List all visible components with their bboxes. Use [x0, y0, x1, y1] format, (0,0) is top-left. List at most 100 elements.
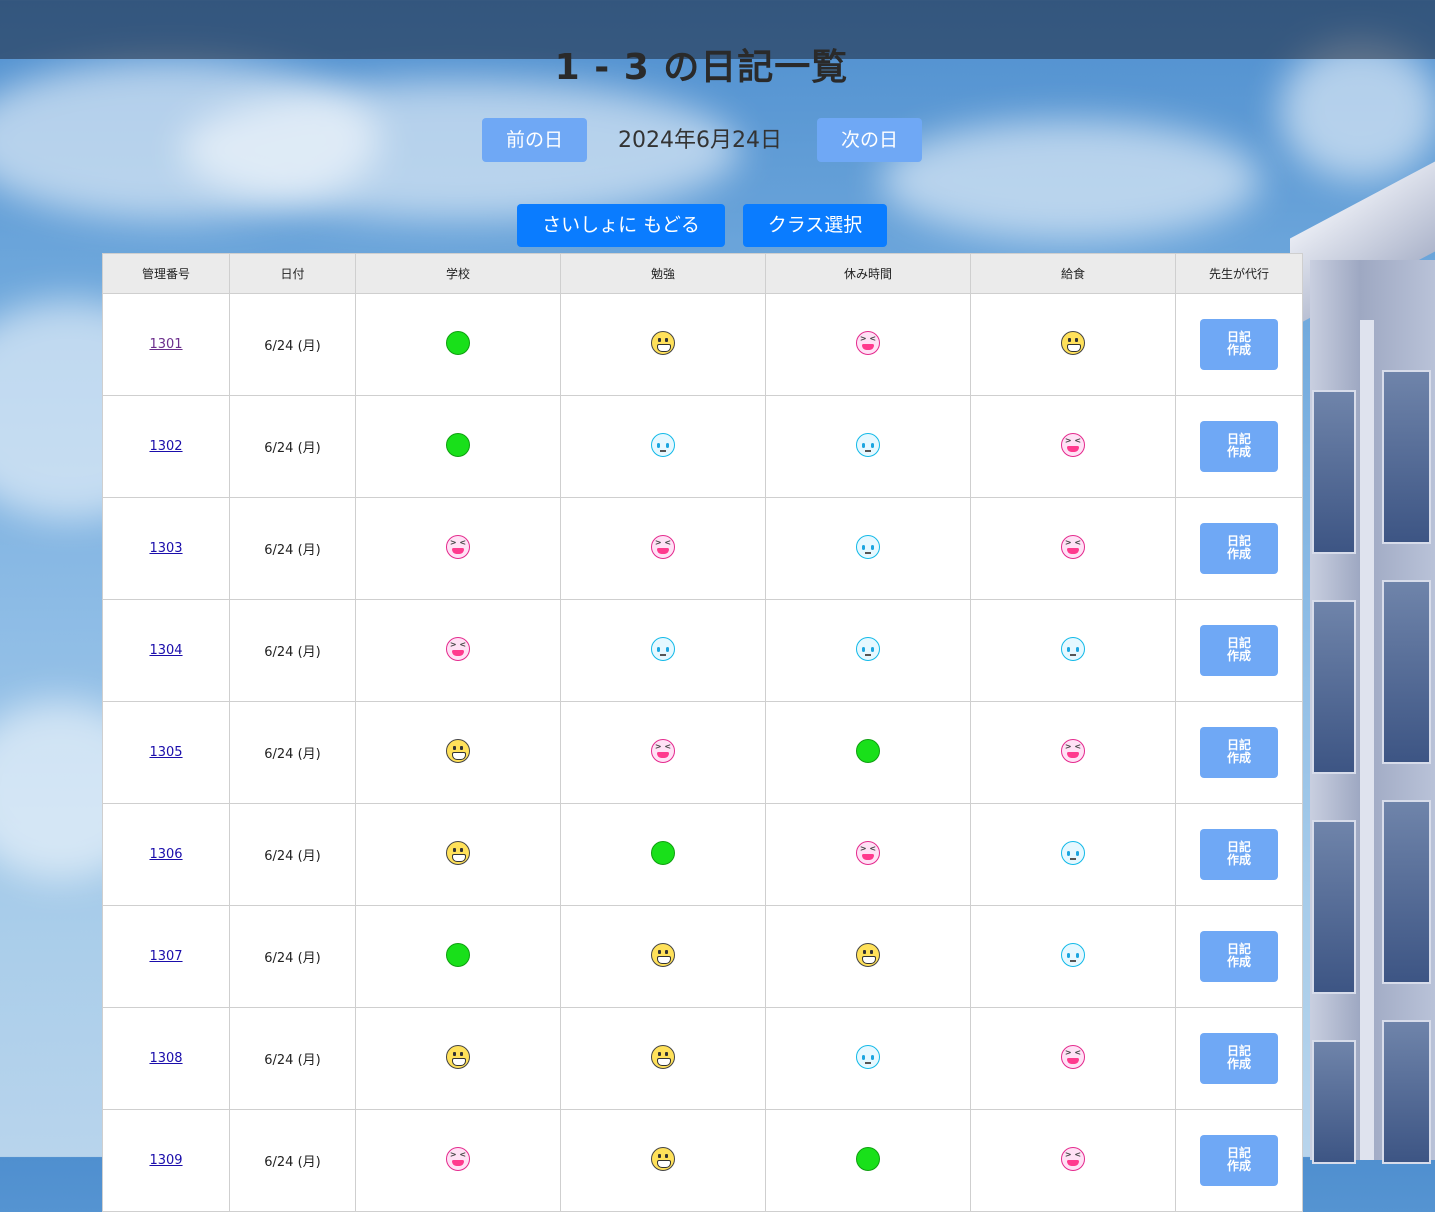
- student-id-link[interactable]: 1305: [149, 745, 182, 760]
- school-mood-cell: [355, 803, 561, 906]
- table-row: 1308 6/24 (月) 日記作成: [102, 1007, 1303, 1110]
- create-diary-label-line1: 日記: [1226, 432, 1251, 446]
- laughing-face-icon: [651, 534, 675, 559]
- date-cell: 6/24 (月): [229, 905, 356, 1008]
- id-cell: 1301: [102, 293, 230, 396]
- lunch-mood-cell: [970, 701, 1176, 804]
- table-row: 1305 6/24 (月) 日記作成: [102, 701, 1303, 804]
- create-diary-button[interactable]: 日記 作成: [1200, 319, 1278, 370]
- school-mood-cell: [355, 293, 561, 396]
- id-cell: 1303: [102, 497, 230, 600]
- laughing-face-icon: [446, 636, 470, 661]
- date-cell: 6/24 (月): [229, 293, 356, 396]
- create-diary-label-line2: 作成: [1226, 1159, 1251, 1173]
- green-circle-icon: [446, 330, 470, 355]
- laughing-face-icon: [856, 330, 880, 355]
- laughing-face-icon: [1061, 432, 1085, 457]
- create-diary-button[interactable]: 日記 作成: [1200, 523, 1278, 574]
- lunch-mood-cell: [970, 395, 1176, 498]
- grinning-face-icon: [856, 942, 880, 967]
- study-mood-cell: [560, 395, 766, 498]
- proxy-cell: 日記 作成: [1175, 293, 1303, 396]
- proxy-cell: 日記 作成: [1175, 599, 1303, 702]
- grinning-face-icon: [651, 1044, 675, 1069]
- student-id-link[interactable]: 1306: [149, 847, 182, 862]
- laughing-face-icon: [1061, 738, 1085, 763]
- recess-mood-cell: [765, 497, 971, 600]
- create-diary-label-line1: 日記: [1226, 738, 1251, 752]
- date-cell: 6/24 (月): [229, 701, 356, 804]
- green-circle-icon: [856, 1146, 880, 1171]
- header-study: 勉強: [560, 253, 766, 294]
- student-id-link[interactable]: 1303: [149, 541, 182, 556]
- proxy-cell: 日記 作成: [1175, 395, 1303, 498]
- header-school: 学校: [355, 253, 561, 294]
- student-id-link[interactable]: 1302: [149, 439, 182, 454]
- lunch-mood-cell: [970, 599, 1176, 702]
- header-recess: 休み時間: [765, 253, 971, 294]
- school-mood-cell: [355, 1109, 561, 1212]
- lunch-mood-cell: [970, 905, 1176, 1008]
- school-mood-cell: [355, 497, 561, 600]
- create-diary-label-line1: 日記: [1226, 534, 1251, 548]
- study-mood-cell: [560, 497, 766, 600]
- date-cell: 6/24 (月): [229, 395, 356, 498]
- diary-table: 管理番号 日付 学校 勉強 休み時間 給食 先生が代行 1301 6/24 (月)…: [102, 253, 1303, 1212]
- id-cell: 1307: [102, 905, 230, 1008]
- create-diary-button[interactable]: 日記 作成: [1200, 421, 1278, 472]
- create-diary-button[interactable]: 日記 作成: [1200, 931, 1278, 982]
- grinning-face-icon: [1061, 330, 1085, 355]
- recess-mood-cell: [765, 905, 971, 1008]
- create-diary-label-line2: 作成: [1226, 955, 1251, 969]
- proxy-cell: 日記 作成: [1175, 803, 1303, 906]
- lunch-mood-cell: [970, 293, 1176, 396]
- study-mood-cell: [560, 599, 766, 702]
- create-diary-label-line2: 作成: [1226, 547, 1251, 561]
- grinning-face-icon: [651, 1146, 675, 1171]
- back-to-start-button[interactable]: さいしょに もどる: [517, 204, 725, 247]
- crying-face-icon: [1061, 636, 1085, 661]
- student-id-link[interactable]: 1308: [149, 1051, 182, 1066]
- crying-face-icon: [856, 432, 880, 457]
- table-row: 1302 6/24 (月) 日記作成: [102, 395, 1303, 498]
- date-cell: 6/24 (月): [229, 803, 356, 906]
- school-mood-cell: [355, 905, 561, 1008]
- create-diary-button[interactable]: 日記 作成: [1200, 829, 1278, 880]
- id-cell: 1308: [102, 1007, 230, 1110]
- create-diary-label-line2: 作成: [1226, 649, 1251, 663]
- crying-face-icon: [856, 1044, 880, 1069]
- grinning-face-icon: [446, 840, 470, 865]
- student-id-link[interactable]: 1307: [149, 949, 182, 964]
- lunch-mood-cell: [970, 803, 1176, 906]
- date-cell: 6/24 (月): [229, 1007, 356, 1110]
- class-select-button[interactable]: クラス選択: [743, 204, 887, 247]
- create-diary-button[interactable]: 日記 作成: [1200, 1033, 1278, 1084]
- school-mood-cell: [355, 599, 561, 702]
- table-header-row: 管理番号 日付 学校 勉強 休み時間 給食 先生が代行: [102, 253, 1303, 294]
- study-mood-cell: [560, 293, 766, 396]
- id-cell: 1304: [102, 599, 230, 702]
- laughing-face-icon: [1061, 1044, 1085, 1069]
- page-title: 1 - 3 の日記一覧: [554, 47, 849, 88]
- grinning-face-icon: [651, 330, 675, 355]
- next-day-button[interactable]: 次の日: [817, 118, 922, 162]
- student-id-link[interactable]: 1304: [149, 643, 182, 658]
- crying-face-icon: [651, 636, 675, 661]
- study-mood-cell: [560, 1007, 766, 1110]
- create-diary-label-line2: 作成: [1226, 1057, 1251, 1071]
- table-row: 1303 6/24 (月) 日記作成: [102, 497, 1303, 600]
- proxy-cell: 日記 作成: [1175, 497, 1303, 600]
- student-id-link[interactable]: 1301: [149, 337, 182, 352]
- create-diary-label-line2: 作成: [1226, 445, 1251, 459]
- student-id-link[interactable]: 1309: [149, 1153, 182, 1168]
- create-diary-label-line2: 作成: [1226, 343, 1251, 357]
- study-mood-cell: [560, 701, 766, 804]
- create-diary-button[interactable]: 日記 作成: [1200, 1135, 1278, 1186]
- create-diary-label-line1: 日記: [1226, 942, 1251, 956]
- prev-day-button[interactable]: 前の日: [482, 118, 587, 162]
- table-row: 1301 6/24 (月) 日記作成: [102, 293, 1303, 396]
- create-diary-button[interactable]: 日記 作成: [1200, 625, 1278, 676]
- create-diary-button[interactable]: 日記 作成: [1200, 727, 1278, 778]
- proxy-cell: 日記 作成: [1175, 905, 1303, 1008]
- laughing-face-icon: [1061, 534, 1085, 559]
